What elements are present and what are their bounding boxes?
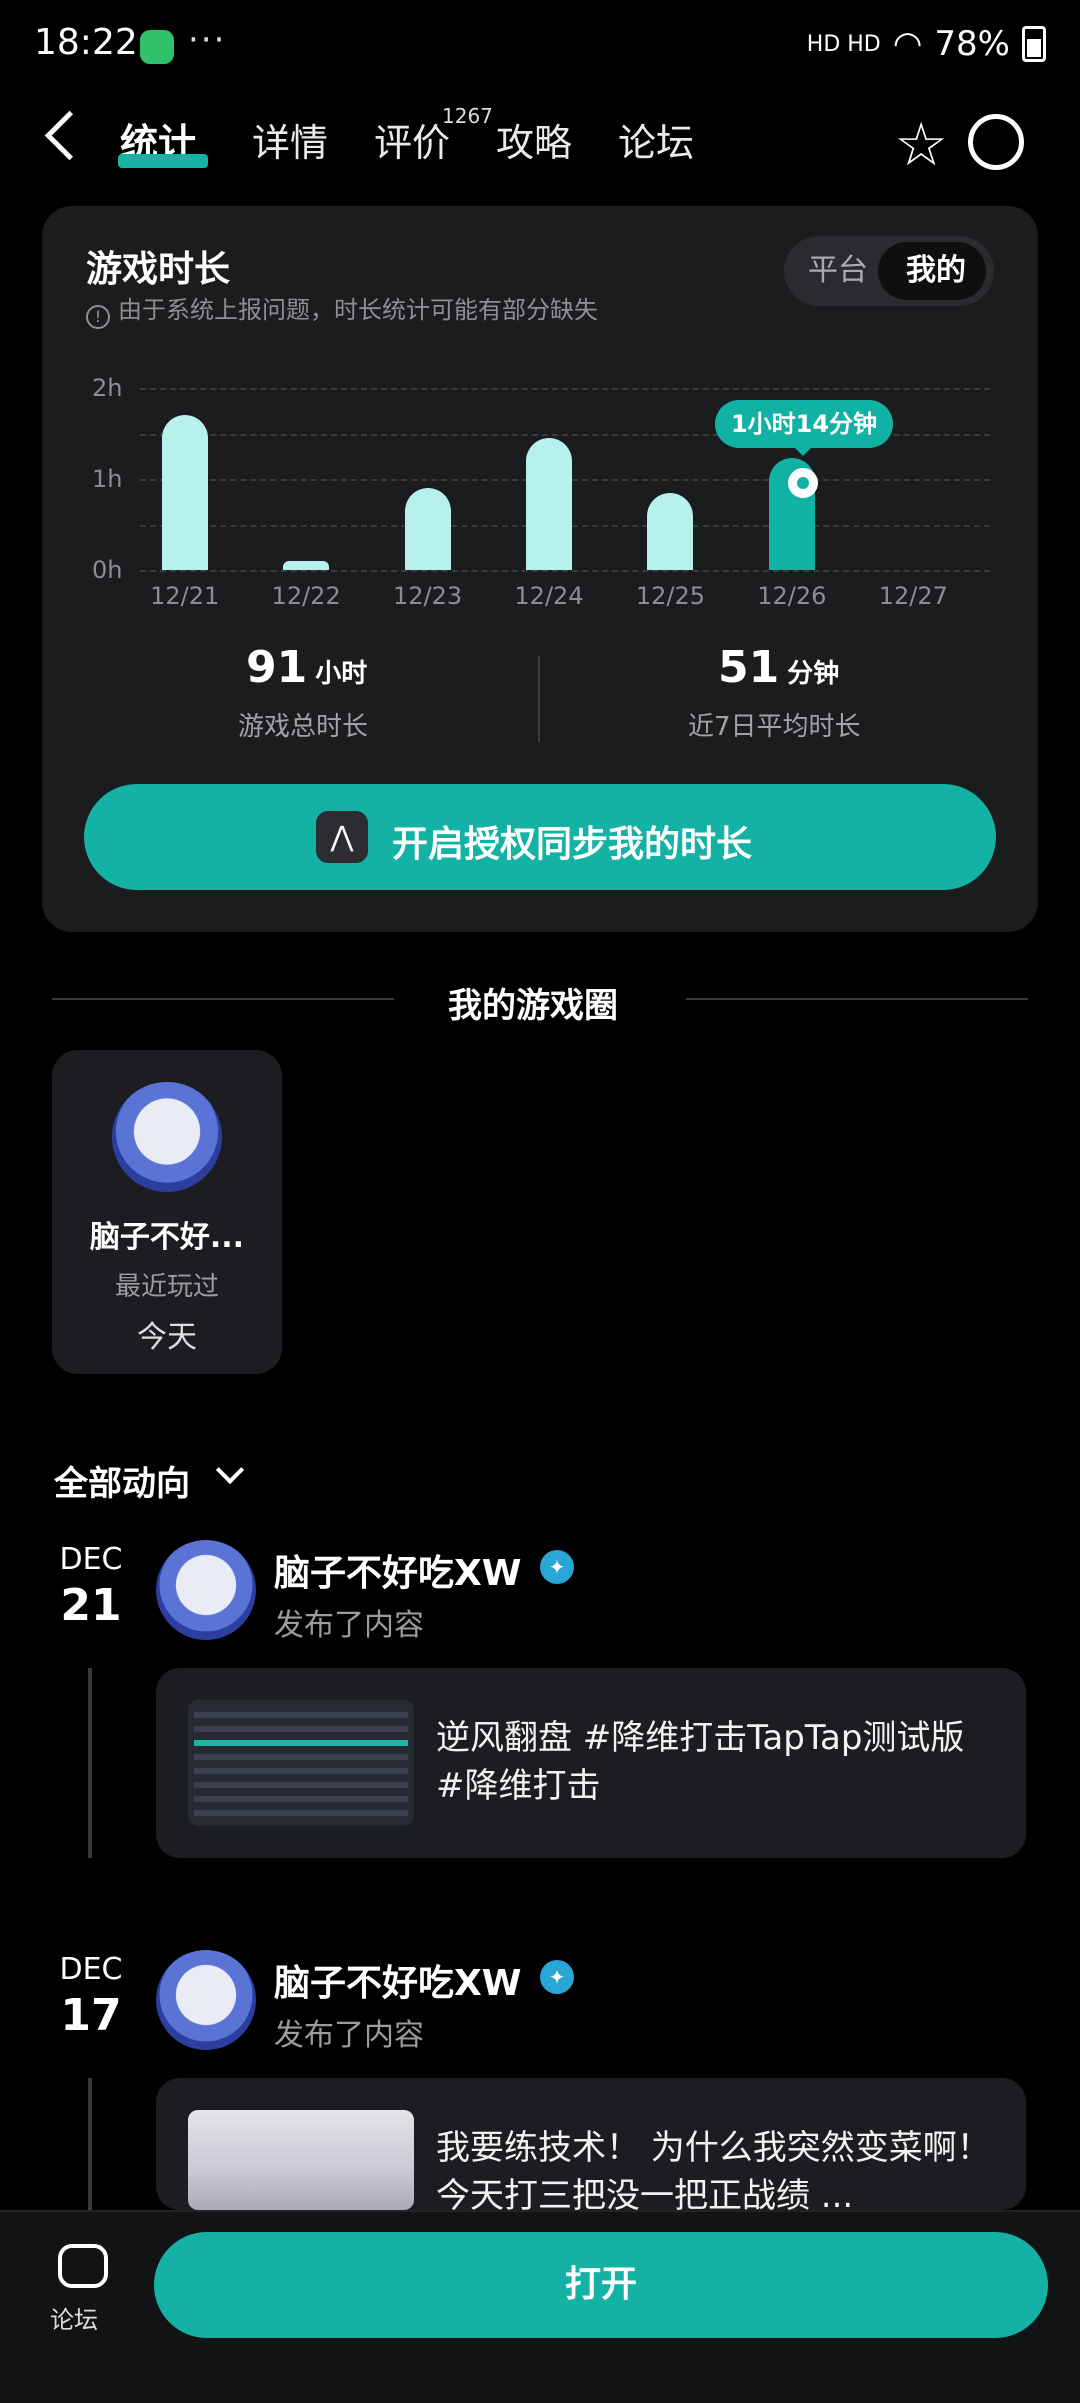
author-name[interactable]: 脑子不好吃XW [274,1544,521,1596]
chart-bar[interactable] [526,438,572,570]
x-tick-label: 12/26 [757,582,827,610]
average-time: 51 分钟 [718,642,839,693]
post-month: DEC [59,1542,123,1577]
total-label: 游戏总时长 [238,712,369,742]
signal-icon: HD HD [806,31,881,57]
card-note: ! 由于系统上报问题，时长统计可能有部分缺失 [86,290,598,329]
x-tick-label: 12/27 [878,582,948,610]
circle-name: 脑子不好... [89,1220,245,1255]
x-tick-label: 12/24 [514,582,584,610]
x-tick-label: 12/23 [392,582,463,610]
more-notifications: ··· [188,20,227,60]
card-title: 游戏时长 [86,249,231,290]
avg-unit: 分钟 [787,659,840,689]
review-count-badge: 1267 [442,104,493,128]
timeline-line [88,1668,92,1858]
total-unit: 小时 [315,659,368,689]
info-icon: ! [86,305,110,329]
stats-divider [538,656,540,742]
post-day: 17 [60,1990,122,2041]
favorite-star-icon[interactable]: ☆ [894,110,948,180]
section-title: 我的游戏圈 [448,986,618,1026]
forum-label[interactable]: 论坛 [50,2300,98,2335]
section-divider-left [52,998,394,1000]
verified-badge-icon: ✦ [540,1550,574,1584]
x-tick-label: 12/22 [271,582,341,610]
post-thumbnail [188,2110,414,2210]
wifi-icon: ◠ [892,24,923,64]
chart-gridline [140,570,990,572]
verified-badge-icon: ✦ [540,1960,574,1994]
open-game-button[interactable]: 打开 [154,2232,1048,2338]
note-text: 由于系统上报问题，时长统计可能有部分缺失 [118,296,598,324]
author-avatar[interactable] [156,1540,256,1640]
circle-subtitle: 最近玩过 [114,1272,219,1302]
wechat-notification-icon [140,30,174,64]
x-tick-label: 12/21 [150,582,220,610]
post-text: 逆风翻盘 #降维打击TapTap测试版 #降维打击 [436,1718,965,1806]
avg-label: 近7日平均时长 [688,712,861,742]
y-tick-label: 1h [92,465,123,493]
circle-last-played: 今天 [137,1320,197,1355]
share-icon[interactable] [968,114,1024,170]
post-month: DEC [59,1952,123,1987]
chart-bar[interactable] [161,415,208,570]
battery-percent: 78% [934,24,1010,64]
chart-bar[interactable] [647,492,694,570]
total-time: 91 小时 [246,642,367,693]
circle-avatar [112,1082,222,1192]
tab-forum[interactable]: 论坛 [618,112,694,167]
post-text: 我要练技术！ 为什么我突然变菜啊！ 今天打三把没一把正战绩 ... [436,2128,991,2210]
activity-filter[interactable]: 全部动向 [54,1456,190,1505]
post-action: 发布了内容 [274,2018,424,2053]
x-tick-label: 12/25 [635,582,705,610]
toggle-mine[interactable]: 我的 [906,236,966,306]
back-icon[interactable] [44,110,95,161]
post-day: 21 [60,1580,122,1631]
total-value: 91 [246,642,308,693]
tab-guides[interactable]: 攻略 [496,112,572,167]
chart-tooltip: 1小时14分钟 [715,400,893,448]
toggle-platform[interactable]: 平台 [808,236,868,306]
tab-reviews[interactable]: 评价 [374,112,450,167]
author-avatar[interactable] [156,1950,256,2050]
chart-bar[interactable] [404,488,451,570]
tooltip-pointer [793,446,813,456]
post-action: 发布了内容 [274,1608,424,1643]
post-thumbnail [188,1700,414,1826]
sync-app-icon: ⋀ [316,811,368,863]
chart-gridline [140,388,990,390]
chart-bar[interactable] [283,560,330,570]
y-tick-label: 0h [92,556,123,584]
tab-details[interactable]: 详情 [252,112,328,167]
y-tick-label: 2h [92,374,123,402]
battery-icon [1022,26,1046,62]
selected-point-marker [788,468,818,498]
status-indicators: HD HD ◠ 78% [807,24,1046,64]
avg-value: 51 [718,642,780,693]
status-time: 18:22 [34,22,138,63]
tab-active-indicator [118,154,208,168]
timeline-line [88,2078,92,2218]
forum-icon[interactable] [58,2244,108,2288]
sync-button-label: 开启授权同步我的时长 [392,824,753,865]
chevron-down-icon[interactable] [215,1455,245,1485]
author-name[interactable]: 脑子不好吃XW [274,1954,521,2006]
section-divider-right [686,998,1028,1000]
